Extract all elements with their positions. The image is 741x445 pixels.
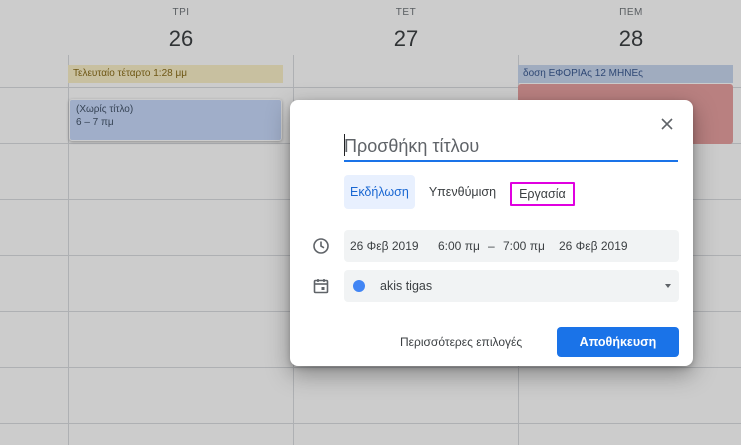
more-options-button[interactable]: Περισσότερες επιλογές: [398, 327, 524, 357]
dropdown-arrow-icon: [665, 284, 671, 288]
calendar-icon: [313, 279, 329, 294]
tab-reminder[interactable]: Υπενθύμιση: [423, 175, 502, 209]
text-caret: [344, 134, 345, 156]
calendar-owner-name: akis tigas: [380, 279, 433, 293]
calendar-select[interactable]: akis tigas: [344, 270, 679, 302]
calendar-color-dot: [353, 280, 365, 292]
start-date[interactable]: 26 Φεβ 2019: [350, 230, 419, 262]
quick-event-dialog: Εκδήλωση Υπενθύμιση Εργασία 26 Φεβ 2019 …: [290, 100, 693, 366]
end-date[interactable]: 26 Φεβ 2019: [559, 230, 628, 262]
time-separator: –: [488, 239, 495, 253]
tab-event[interactable]: Εκδήλωση: [344, 175, 415, 209]
event-type-tabs: Εκδήλωση Υπενθύμιση Εργασία: [344, 175, 575, 209]
clock-icon: [313, 238, 329, 254]
title-input[interactable]: [344, 132, 678, 162]
end-time[interactable]: 7:00 πμ: [503, 230, 545, 262]
close-icon: [661, 118, 673, 130]
start-time[interactable]: 6:00 πμ: [438, 230, 480, 262]
datetime-field: 26 Φεβ 2019 6:00 πμ – 7:00 πμ 26 Φεβ 201…: [344, 230, 679, 262]
save-button[interactable]: Αποθήκευση: [557, 327, 679, 357]
tab-task[interactable]: Εργασία: [510, 182, 575, 206]
